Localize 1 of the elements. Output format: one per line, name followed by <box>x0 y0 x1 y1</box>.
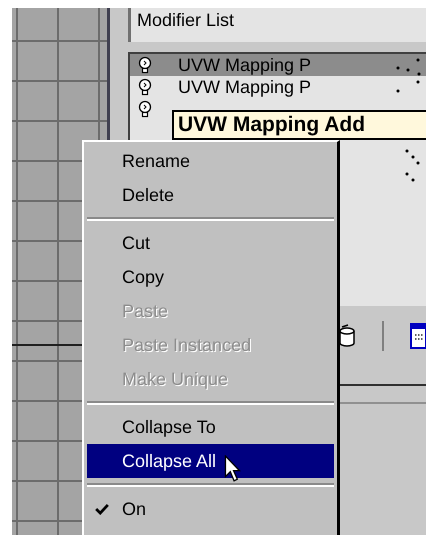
tooltip: UVW Mapping Add <box>172 110 426 140</box>
